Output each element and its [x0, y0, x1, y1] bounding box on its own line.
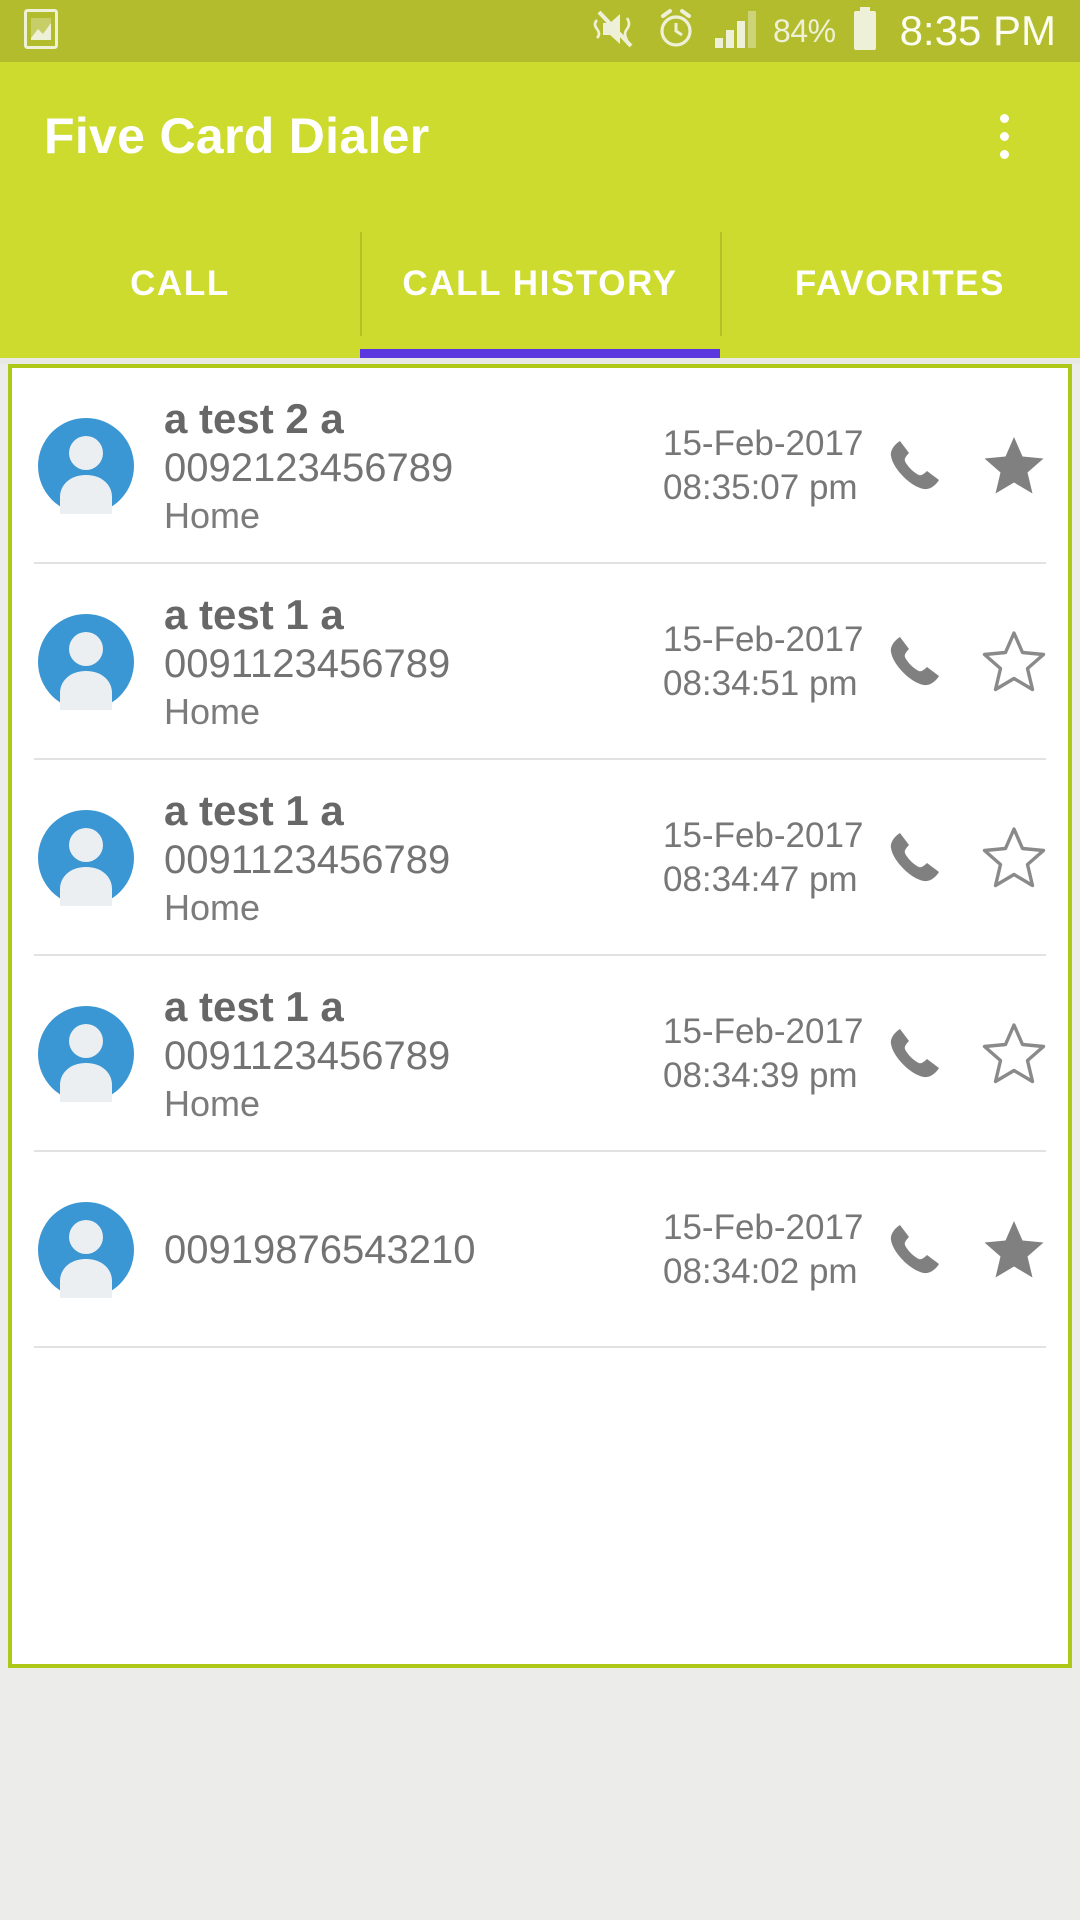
call-timestamp: 15-Feb-2017 08:34:51 pm: [663, 618, 868, 706]
tab-favorites-label: FAVORITES: [794, 264, 1006, 303]
contact-name: a test 2 a: [164, 395, 344, 443]
contact-number: 00919876543210: [164, 1227, 476, 1272]
call-time: 08:34:47 pm: [663, 860, 858, 899]
call-timestamp: 15-Feb-2017 08:34:02 pm: [663, 1206, 868, 1294]
call-history-row[interactable]: a test 1 a 0091123456789 Home 15-Feb-2017 08…: [12, 760, 1068, 956]
call-history-row[interactable]: a test 1 a 0091123456789 Home 15-Feb-2017 08…: [12, 956, 1068, 1152]
contact-avatar-icon: [38, 614, 134, 710]
star-outline-icon[interactable]: [978, 626, 1050, 698]
row-actions: [878, 822, 1050, 894]
call-history-card-wrapper: a test 2 a 0092123456789 Home 15-Feb-2017 08…: [0, 364, 1080, 1668]
call-time: 08:34:39 pm: [663, 1056, 858, 1095]
call-date: 15-Feb-2017: [663, 1011, 864, 1051]
tab-call[interactable]: CALL: [0, 210, 360, 358]
contact-info: a test 1 a 0091123456789 Home: [164, 590, 663, 733]
tab-call-label: CALL: [130, 264, 230, 303]
call-history-row[interactable]: 00919876543210 15-Feb-2017 08:34:02 pm: [12, 1152, 1068, 1348]
call-history-row[interactable]: a test 2 a 0092123456789 Home 15-Feb-2017 08…: [12, 368, 1068, 564]
phone-icon[interactable]: [878, 430, 950, 502]
call-time: 08:35:07 pm: [663, 468, 858, 507]
tab-call-history[interactable]: CALL HISTORY: [360, 210, 720, 358]
call-timestamp: 15-Feb-2017 08:34:47 pm: [663, 814, 868, 902]
contact-name: a test 1 a: [164, 591, 344, 639]
row-actions: [878, 1214, 1050, 1286]
call-timestamp: 15-Feb-2017 08:35:07 pm: [663, 422, 868, 510]
contact-number: 0092123456789: [164, 445, 454, 490]
phone-icon[interactable]: [878, 822, 950, 894]
contact-number-type: Home: [164, 494, 261, 536]
call-time: 08:34:51 pm: [663, 664, 858, 703]
contact-avatar-icon: [38, 418, 134, 514]
overflow-menu-icon[interactable]: [972, 94, 1036, 178]
app-bar: Five Card Dialer: [0, 62, 1080, 217]
phone-icon[interactable]: [878, 626, 950, 698]
contact-info: a test 1 a 0091123456789 Home: [164, 786, 663, 929]
contact-avatar-icon: [38, 810, 134, 906]
battery-percent-label: 84%: [773, 12, 836, 49]
contact-number-type: Home: [164, 886, 261, 928]
row-actions: [878, 430, 1050, 502]
contact-name: a test 1 a: [164, 983, 344, 1031]
call-timestamp: 15-Feb-2017 08:34:39 pm: [663, 1010, 868, 1098]
tab-call-history-label: CALL HISTORY: [402, 264, 678, 303]
contact-info: a test 1 a 0091123456789 Home: [164, 982, 663, 1125]
call-date: 15-Feb-2017: [663, 423, 864, 463]
status-bar-left: [24, 8, 58, 54]
contact-number: 0091123456789: [164, 641, 451, 686]
status-bar: 84% 8:35 PM: [0, 0, 1080, 62]
app-title: Five Card Dialer: [44, 108, 430, 164]
contact-info: 00919876543210: [164, 1152, 663, 1348]
tab-bar: CALL CALL HISTORY FAVORITES: [0, 210, 1080, 358]
vibrate-mute-icon: [591, 8, 639, 55]
contact-number: 0091123456789: [164, 837, 451, 882]
star-filled-icon[interactable]: [978, 430, 1050, 502]
signal-bars-icon: [713, 8, 757, 55]
contact-number-type: Home: [164, 1082, 261, 1124]
row-actions: [878, 1018, 1050, 1090]
tab-favorites[interactable]: FAVORITES: [720, 210, 1080, 358]
star-filled-icon[interactable]: [978, 1214, 1050, 1286]
row-actions: [878, 626, 1050, 698]
call-date: 15-Feb-2017: [663, 815, 864, 855]
screenshot-icon: [24, 8, 58, 54]
contact-avatar-icon: [38, 1202, 134, 1298]
alarm-clock-icon: [655, 8, 697, 55]
contact-number: 0091123456789: [164, 1033, 451, 1078]
phone-screen: 84% 8:35 PM Five Card Dialer CALL CALL H…: [0, 0, 1080, 1920]
contact-number-type: Home: [164, 690, 261, 732]
star-outline-icon[interactable]: [978, 822, 1050, 894]
star-outline-icon[interactable]: [978, 1018, 1050, 1090]
call-date: 15-Feb-2017: [663, 619, 864, 659]
call-time: 08:34:02 pm: [663, 1252, 858, 1291]
battery-icon: [852, 6, 878, 56]
phone-icon[interactable]: [878, 1018, 950, 1090]
contact-info: a test 2 a 0092123456789 Home: [164, 394, 663, 537]
contact-avatar-icon: [38, 1006, 134, 1102]
call-date: 15-Feb-2017: [663, 1207, 864, 1247]
call-history-row[interactable]: a test 1 a 0091123456789 Home 15-Feb-2017 08…: [12, 564, 1068, 760]
status-bar-right: 84% 8:35 PM: [591, 6, 1056, 56]
status-bar-clock: 8:35 PM: [899, 7, 1056, 54]
active-tab-indicator: [360, 349, 720, 358]
call-history-list: a test 2 a 0092123456789 Home 15-Feb-2017 08…: [8, 364, 1072, 1668]
phone-icon[interactable]: [878, 1214, 950, 1286]
contact-name: a test 1 a: [164, 787, 344, 835]
